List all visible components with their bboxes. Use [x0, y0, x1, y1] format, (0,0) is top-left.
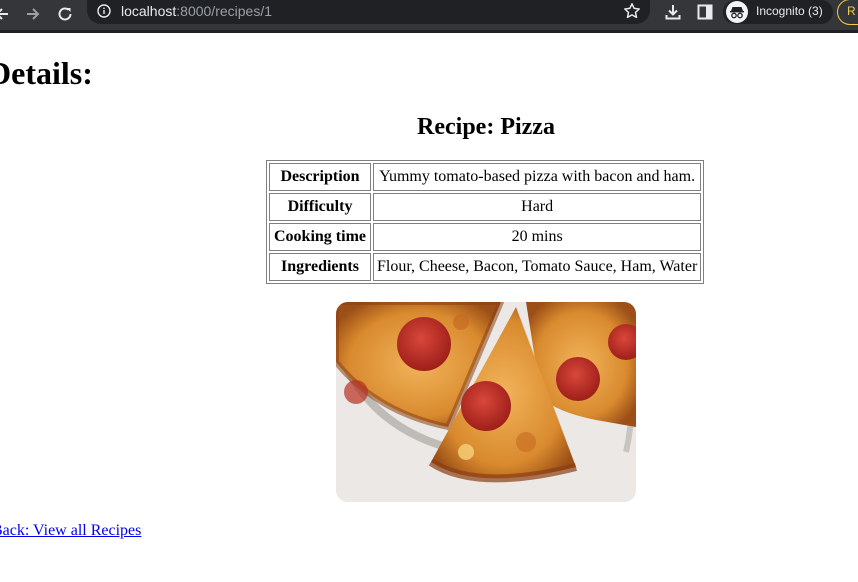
back-arrow-icon[interactable]: [0, 3, 13, 25]
info-icon[interactable]: [97, 4, 111, 18]
url-host: localhost: [121, 3, 177, 19]
page-heading: Details:: [0, 55, 93, 91]
reload-icon[interactable]: [54, 3, 76, 25]
incognito-label: Incognito (3): [756, 4, 823, 18]
incognito-icon: [726, 1, 748, 23]
table-row: Cooking time 20 mins: [269, 223, 702, 251]
table-header-cell: Difficulty: [269, 193, 371, 221]
side-panel-icon[interactable]: [695, 2, 715, 22]
forward-arrow-icon[interactable]: [22, 3, 44, 25]
table-row: Ingredients Flour, Cheese, Bacon, Tomato…: [269, 253, 702, 281]
pizza-photo: [336, 302, 636, 502]
back-to-recipes-link[interactable]: Back: View all Recipes: [0, 522, 141, 540]
toolbar-divider: [0, 30, 858, 33]
url-text[interactable]: localhost:8000/recipes/1: [121, 3, 272, 20]
star-icon[interactable]: [623, 2, 641, 20]
url-path: :8000/recipes/1: [176, 3, 272, 19]
recipe-title: Recipe: Pizza: [417, 114, 555, 140]
table-header-cell: Cooking time: [269, 223, 371, 251]
table-header-cell: Ingredients: [269, 253, 371, 281]
recipe-details-table: Description Yummy tomato-based pizza wit…: [266, 160, 705, 284]
recipe-image: [336, 302, 636, 502]
table-cell: 20 mins: [373, 223, 702, 251]
table-cell: Flour, Cheese, Bacon, Tomato Sauce, Ham,…: [373, 253, 702, 281]
table-cell: Hard: [373, 193, 702, 221]
address-bar[interactable]: localhost:8000/recipes/1: [87, 0, 650, 24]
incognito-profile-button[interactable]: Incognito (3): [723, 0, 833, 24]
table-row: Difficulty Hard: [269, 193, 702, 221]
browser-toolbar: localhost:8000/recipes/1 Incognito (3) R: [0, 0, 858, 33]
table-header-cell: Description: [269, 163, 371, 191]
table-row: Description Yummy tomato-based pizza wit…: [269, 163, 702, 191]
table-cell: Yummy tomato-based pizza with bacon and …: [373, 163, 702, 191]
relaunch-button[interactable]: R: [837, 0, 858, 25]
download-icon[interactable]: [663, 2, 683, 22]
